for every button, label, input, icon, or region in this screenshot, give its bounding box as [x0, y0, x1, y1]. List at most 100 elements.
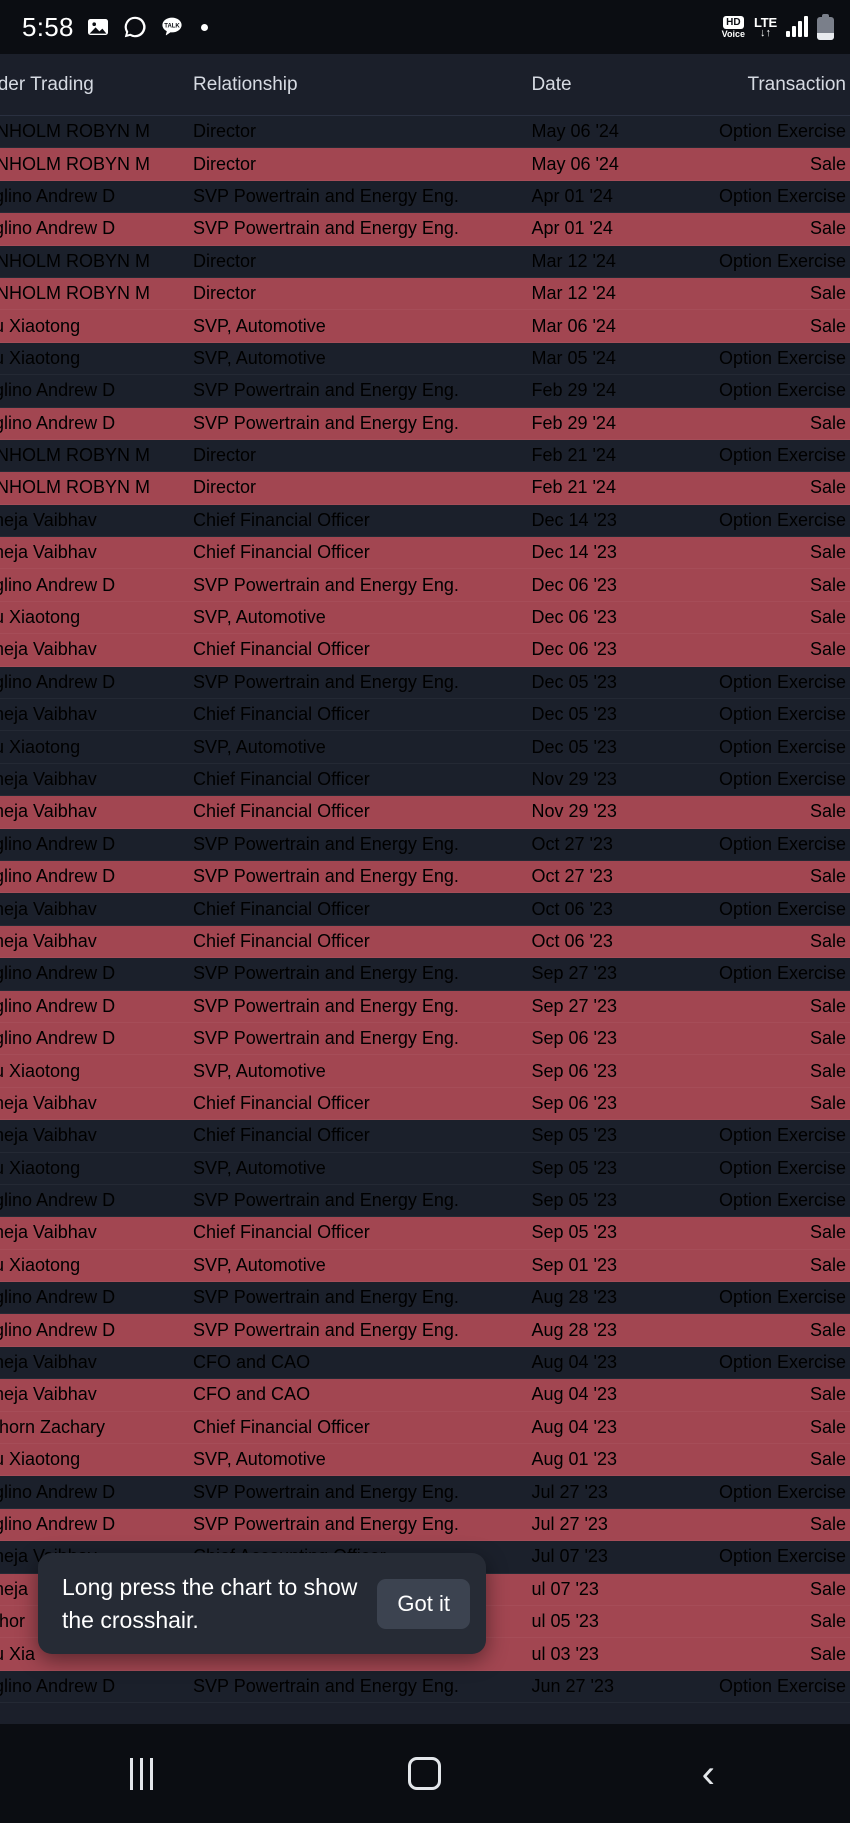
cell-name[interactable]: aglino Andrew D	[0, 963, 193, 984]
cell-name[interactable]: aglino Andrew D	[0, 380, 193, 401]
cell-name[interactable]: rkhorn Zachary	[0, 1417, 193, 1438]
cell-name[interactable]: hu Xiaotong	[0, 1255, 193, 1276]
cell-name[interactable]: aneja Vaibhav	[0, 1384, 193, 1405]
cell-name[interactable]: ENHOLM ROBYN M	[0, 154, 193, 175]
cell-name[interactable]: hu Xiaotong	[0, 1061, 193, 1082]
table-row[interactable]: hu XiaotongSVP, Automotive Sep 01 '23 Sale	[0, 1249, 850, 1283]
table-row[interactable]: aglino Andrew DSVP Powertrain and Energy…	[0, 1184, 850, 1218]
table-row[interactable]: hu XiaotongSVP, Automotive Mar 05 '24 Opti…	[0, 342, 850, 376]
table-row[interactable]: hu XiaotongSVP, Automotive Aug 01 '23 Sale	[0, 1444, 850, 1477]
cell-name[interactable]: aneja Vaibhav	[0, 899, 193, 920]
cell-name[interactable]: hu Xiaotong	[0, 1449, 193, 1470]
cell-name[interactable]: aglino Andrew D	[0, 1676, 193, 1697]
cell-name[interactable]: aglino Andrew D	[0, 413, 193, 434]
table-row[interactable]: aglino Andrew DSVP Powertrain and Energy…	[0, 860, 850, 894]
table-row[interactable]: aglino Andrew DSVP Powertrain and Energy…	[0, 1670, 850, 1704]
cell-name[interactable]: aglino Andrew D	[0, 866, 193, 887]
cell-name[interactable]: aglino Andrew D	[0, 575, 193, 596]
table-row[interactable]: aneja VaibhavChief Financial Officer Sep …	[0, 1120, 850, 1153]
column-header-date[interactable]: Date	[531, 74, 690, 96]
table-row[interactable]: hu XiaotongSVP, Automotive Sep 06 '23 Sale	[0, 1055, 850, 1088]
table-row[interactable]: aglino Andrew DSVP Powertrain and Energy…	[0, 1476, 850, 1509]
cell-name[interactable]: ENHOLM ROBYN M	[0, 445, 193, 466]
table-row[interactable]: hu XiaotongSVP, Automotive Sep 05 '23 Opti…	[0, 1152, 850, 1185]
table-row[interactable]: aglino Andrew DSVP Powertrain and Energy…	[0, 1314, 850, 1347]
cell-name[interactable]: aneja Vaibhav	[0, 1352, 193, 1373]
cell-name[interactable]: ENHOLM ROBYN M	[0, 283, 193, 304]
cell-name[interactable]: aneja Vaibhav	[0, 510, 193, 531]
cell-name[interactable]: aneja Vaibhav	[0, 801, 193, 822]
table-row[interactable]: aneja VaibhavChief Financial Officer Dec …	[0, 634, 850, 667]
table-row[interactable]: aneja VaibhavChief Financial Officer Oct …	[0, 893, 850, 926]
cell-name[interactable]: ENHOLM ROBYN M	[0, 121, 193, 142]
column-header-relationship[interactable]: Relationship	[193, 74, 531, 96]
table-row[interactable]: aglino Andrew DSVP Powertrain and Energy…	[0, 1282, 850, 1315]
table-row[interactable]: aglino Andrew DSVP Powertrain and Energy…	[0, 407, 850, 440]
table-row[interactable]: aglino Andrew DSVP Powertrain and Energy…	[0, 569, 850, 602]
recents-button[interactable]	[82, 1744, 202, 1804]
column-header-transaction[interactable]: Transaction	[691, 74, 850, 96]
table-row[interactable]: aglino Andrew DSVP Powertrain and Energy…	[0, 666, 850, 700]
cell-name[interactable]: aneja Vaibhav	[0, 639, 193, 660]
table-row[interactable]: hu XiaotongSVP, Automotive Dec 06 '23 Sale	[0, 601, 850, 635]
table-row[interactable]: ENHOLM ROBYN M Director Mar 12 '24 Option E…	[0, 245, 850, 278]
table-row[interactable]: aneja VaibhavCFO and CAO Aug 04 '23 Option…	[0, 1346, 850, 1380]
cell-name[interactable]: aneja Vaibhav	[0, 1093, 193, 1114]
got-it-button[interactable]: Got it	[377, 1578, 470, 1629]
table-row[interactable]: aneja VaibhavChief Financial Officer Dec …	[0, 699, 850, 732]
cell-name[interactable]: aglino Andrew D	[0, 1028, 193, 1049]
cell-name[interactable]: aneja Vaibhav	[0, 769, 193, 790]
table-row[interactable]: aneja VaibhavCFO and CAO Aug 04 '23 Sale	[0, 1379, 850, 1412]
table-row[interactable]: ENHOLM ROBYN M Director Mar 12 '24 Sale	[0, 277, 850, 311]
cell-name[interactable]: ENHOLM ROBYN M	[0, 251, 193, 272]
table-row[interactable]: hu XiaotongSVP, Automotive Mar 06 '24 Sale	[0, 310, 850, 343]
table-row[interactable]: aneja VaibhavChief Financial Officer Nov …	[0, 796, 850, 829]
table-row[interactable]: aneja VaibhavChief Financial Officer Oct …	[0, 925, 850, 959]
table-row[interactable]: aglino Andrew DSVP Powertrain and Energy…	[0, 828, 850, 861]
cell-name[interactable]: aglino Andrew D	[0, 1190, 193, 1211]
table-row[interactable]: rkhorn ZacharyChief Financial Officer Aug…	[0, 1411, 850, 1445]
table-row[interactable]: aglino Andrew DSVP Powertrain and Energy…	[0, 958, 850, 991]
table-row[interactable]: aglino Andrew DSVP Powertrain and Energy…	[0, 213, 850, 246]
cell-name[interactable]: hu Xiaotong	[0, 737, 193, 758]
table-row[interactable]: aglino Andrew DSVP Powertrain and Energy…	[0, 375, 850, 408]
back-button[interactable]: ‹	[648, 1744, 768, 1804]
home-button[interactable]	[365, 1744, 485, 1804]
table-row[interactable]: aneja VaibhavChief Financial Officer Dec …	[0, 504, 850, 538]
table-row[interactable]: aglino Andrew DSVP Powertrain and Energy…	[0, 1508, 850, 1542]
cell-name[interactable]: hu Xiaotong	[0, 607, 193, 628]
table-row[interactable]: ENHOLM ROBYN M Director May 06 '24 Sale	[0, 148, 850, 181]
cell-name[interactable]: aglino Andrew D	[0, 996, 193, 1017]
cell-name[interactable]: aglino Andrew D	[0, 1482, 193, 1503]
cell-name[interactable]: hu Xiaotong	[0, 316, 193, 337]
table-row[interactable]: ENHOLM ROBYN M Director May 06 '24 Option E…	[0, 116, 850, 149]
cell-name[interactable]: aneja Vaibhav	[0, 1222, 193, 1243]
cell-name[interactable]: aglino Andrew D	[0, 672, 193, 693]
table-row[interactable]: aneja VaibhavChief Financial Officer Sep …	[0, 1087, 850, 1121]
cell-name[interactable]: aneja Vaibhav	[0, 1125, 193, 1146]
table-row[interactable]: ENHOLM ROBYN M Director Feb 21 '24 Option E…	[0, 439, 850, 473]
table-row[interactable]: aglino Andrew DSVP Powertrain and Energy…	[0, 180, 850, 214]
cell-name[interactable]: aglino Andrew D	[0, 834, 193, 855]
cell-name[interactable]: aglino Andrew D	[0, 218, 193, 239]
cell-name[interactable]: aglino Andrew D	[0, 1320, 193, 1341]
table-row[interactable]: aneja VaibhavChief Financial Officer Nov …	[0, 763, 850, 797]
table-row[interactable]: aglino Andrew DSVP Powertrain and Energy…	[0, 1022, 850, 1056]
cell-relationship: SVP Powertrain and Energy Eng.	[193, 412, 459, 433]
cell-name[interactable]: aglino Andrew D	[0, 186, 193, 207]
table-row[interactable]: aneja VaibhavChief Financial Officer Sep …	[0, 1217, 850, 1250]
cell-name[interactable]: aneja Vaibhav	[0, 704, 193, 725]
cell-name[interactable]: hu Xiaotong	[0, 348, 193, 369]
cell-name[interactable]: aneja Vaibhav	[0, 931, 193, 952]
table-row[interactable]: ENHOLM ROBYN M Director Feb 21 '24 Sale	[0, 472, 850, 505]
column-header-name[interactable]: sider Trading	[0, 74, 193, 96]
cell-name[interactable]: aglino Andrew D	[0, 1287, 193, 1308]
cell-name[interactable]: aneja Vaibhav	[0, 542, 193, 563]
table-row[interactable]: aneja VaibhavChief Financial Officer Dec …	[0, 537, 850, 570]
table-row[interactable]: aglino Andrew DSVP Powertrain and Energy…	[0, 990, 850, 1023]
table-row[interactable]: hu XiaotongSVP, Automotive Dec 05 '23 Opti…	[0, 731, 850, 764]
cell-name[interactable]: ENHOLM ROBYN M	[0, 477, 193, 498]
insider-trading-table[interactable]: sider Trading Relationship Date Transact…	[0, 54, 850, 1724]
cell-name[interactable]: hu Xiaotong	[0, 1158, 193, 1179]
cell-name[interactable]: aglino Andrew D	[0, 1514, 193, 1535]
